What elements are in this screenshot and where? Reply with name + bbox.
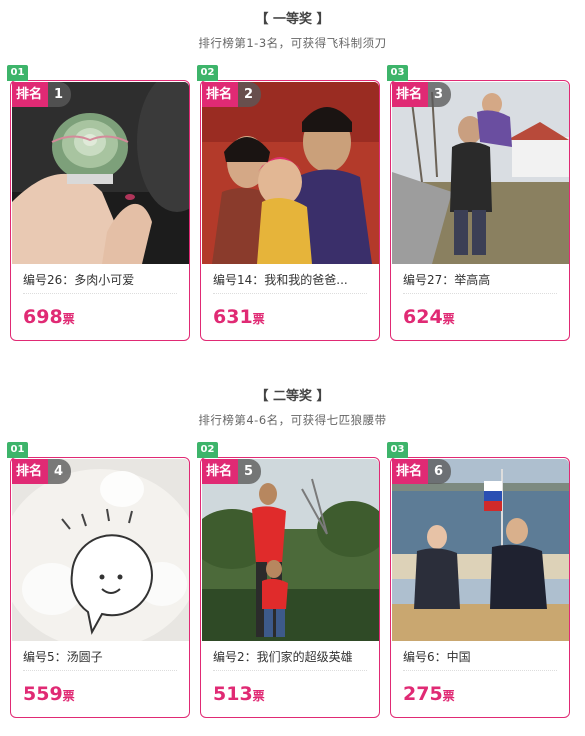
rank-number: 3 <box>428 82 452 107</box>
rank-badge: 排名 6 <box>392 459 452 484</box>
second-prize-section: 【 二等奖 】 排行榜第4-6名，可获得七匹狼腰带 <box>0 385 585 428</box>
vote-card[interactable]: 01 排名 1 编号26：多肉小可爱 698票 <box>7 65 190 341</box>
rank-number: 5 <box>238 459 262 484</box>
vote-number: 631 <box>213 306 253 328</box>
rank-label: 排名 <box>202 459 239 484</box>
vote-number: 559 <box>23 683 63 705</box>
entry-name[interactable]: 编号2：我们家的超级英雄 <box>213 648 369 665</box>
vote-card[interactable]: 03 排名 6 编号6：中国 275票 <box>387 442 570 718</box>
first-prize-section: 【 一等奖 】 排行榜第1-3名，可获得飞科制须刀 <box>0 8 585 51</box>
entry-photo[interactable] <box>12 82 189 264</box>
rank-label: 排名 <box>12 459 49 484</box>
entry-photo[interactable] <box>392 459 569 641</box>
vote-unit: 票 <box>62 689 75 703</box>
rank-badge: 排名 1 <box>12 82 72 107</box>
divider <box>23 293 177 294</box>
vote-count: 631票 <box>213 306 265 328</box>
vote-number: 624 <box>403 306 443 328</box>
entry-photo[interactable] <box>202 459 379 641</box>
vote-card[interactable]: 03 排名 3 编号27：举高高 624票 <box>387 65 570 341</box>
rank-badge: 排名 2 <box>202 82 262 107</box>
vote-number: 275 <box>403 683 443 705</box>
vote-count: 624票 <box>403 306 455 328</box>
entry-name[interactable]: 编号6：中国 <box>403 648 559 665</box>
card-index-badge: 03 <box>387 442 408 458</box>
card-index-badge: 01 <box>7 442 28 458</box>
entry-name[interactable]: 编号26：多肉小可爱 <box>23 271 179 288</box>
vote-count: 275票 <box>403 683 455 705</box>
card-index-badge: 02 <box>197 65 218 81</box>
rank-number: 1 <box>48 82 72 107</box>
rank-label: 排名 <box>392 82 429 107</box>
rank-badge: 排名 5 <box>202 459 262 484</box>
card-index-badge: 01 <box>7 65 28 81</box>
vote-unit: 票 <box>252 689 265 703</box>
entry-photo[interactable] <box>12 459 189 641</box>
rank-number: 4 <box>48 459 72 484</box>
vote-card[interactable]: 02 排名 2 编号14：我和我的爸爸... 631票 <box>197 65 380 341</box>
entry-name[interactable]: 编号27：举高高 <box>403 271 559 288</box>
rank-number: 2 <box>238 82 262 107</box>
vote-count: 559票 <box>23 683 75 705</box>
divider <box>23 670 177 671</box>
vote-unit: 票 <box>252 312 265 326</box>
rank-label: 排名 <box>202 82 239 107</box>
vote-unit: 票 <box>442 689 455 703</box>
vote-unit: 票 <box>62 312 75 326</box>
section-subtitle: 排行榜第4-6名，可获得七匹狼腰带 <box>198 413 387 427</box>
entry-name[interactable]: 编号14：我和我的爸爸... <box>213 271 369 288</box>
entry-photo[interactable] <box>202 82 379 264</box>
divider <box>403 293 557 294</box>
card-index-badge: 02 <box>197 442 218 458</box>
card-index-badge: 03 <box>387 65 408 81</box>
rank-badge: 排名 4 <box>12 459 72 484</box>
entry-name[interactable]: 编号5：汤圆子 <box>23 648 179 665</box>
entry-photo[interactable] <box>392 82 569 264</box>
section-title: 【 一等奖 】 <box>255 12 330 27</box>
vote-number: 698 <box>23 306 63 328</box>
vote-count: 698票 <box>23 306 75 328</box>
divider <box>213 293 367 294</box>
section-subtitle: 排行榜第1-3名，可获得飞科制须刀 <box>198 36 387 50</box>
vote-card[interactable]: 02 排名 5 编号2：我们家的超级英雄 513票 <box>197 442 380 718</box>
rank-label: 排名 <box>12 82 49 107</box>
vote-unit: 票 <box>442 312 455 326</box>
divider <box>403 670 557 671</box>
vote-number: 513 <box>213 683 253 705</box>
rank-number: 6 <box>428 459 452 484</box>
rank-badge: 排名 3 <box>392 82 452 107</box>
section-title: 【 二等奖 】 <box>255 389 330 404</box>
rank-label: 排名 <box>392 459 429 484</box>
divider <box>213 670 367 671</box>
vote-count: 513票 <box>213 683 265 705</box>
vote-card[interactable]: 01 排名 4 编号5：汤圆子 559票 <box>7 442 190 718</box>
